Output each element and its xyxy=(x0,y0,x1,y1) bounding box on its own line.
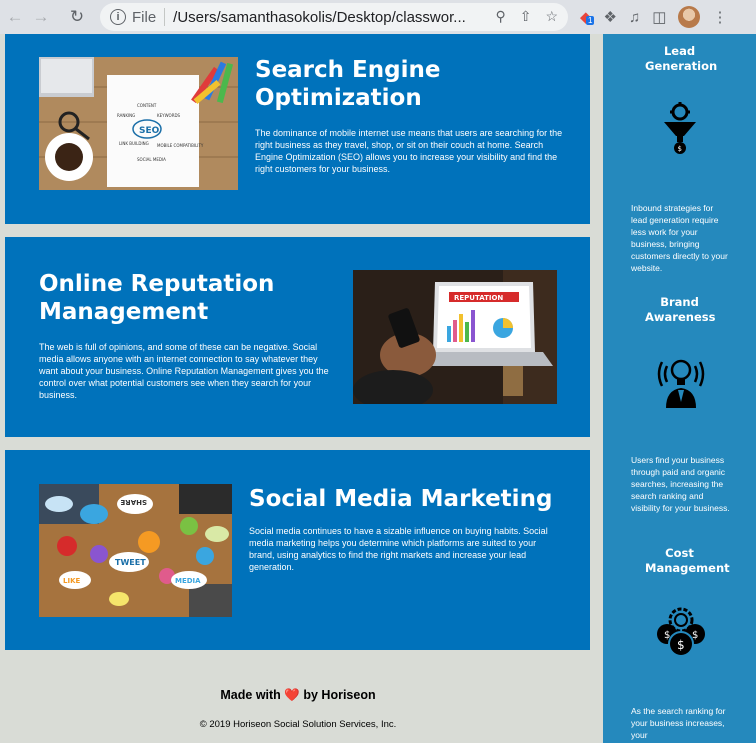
seo-section: SEO CONTENT KEYWORDS RANKING LINK BUILDI… xyxy=(5,34,590,224)
back-arrow-icon[interactable]: ← xyxy=(4,6,26,28)
reputation-title: Online Reputation Management xyxy=(39,271,275,325)
svg-text:$: $ xyxy=(692,630,698,641)
menu-icon[interactable]: ⋮ xyxy=(712,8,727,26)
seo-image-keywords: KEYWORDS xyxy=(157,113,181,118)
brand-awareness-icon xyxy=(656,352,706,413)
sidepanel-icon[interactable]: ◫ xyxy=(652,8,666,26)
social-image-share: SHARE xyxy=(120,498,147,506)
benefit-body: Users find your business through paid an… xyxy=(631,455,730,513)
url-scheme: File xyxy=(132,8,157,26)
extension-icon[interactable]: ◆ 1 xyxy=(580,8,595,26)
zoom-icon[interactable]: ⚲ xyxy=(495,8,505,25)
media-icon[interactable]: ♫ xyxy=(629,9,640,26)
seo-image-link-building: LINK BUILDING xyxy=(119,141,149,146)
extension-badge: 1 xyxy=(586,16,595,25)
seo-title: Search Engine Optimization xyxy=(255,57,441,111)
benefits-sidebar: Lead Generation $ Inbound strategies for… xyxy=(603,34,756,743)
social-image-like: LIKE xyxy=(63,577,80,585)
bookmark-star-icon[interactable]: ☆ xyxy=(545,8,558,25)
url-text[interactable]: /Users/samanthasokolis/Desktop/classwor.… xyxy=(173,9,473,26)
seo-image-label: SEO xyxy=(139,126,160,136)
benefit-body: Inbound strategies for lead generation r… xyxy=(631,203,728,273)
svg-text:$: $ xyxy=(664,630,670,641)
reload-icon[interactable]: ↻ xyxy=(66,6,88,28)
benefit-body: As the search ranking for your business … xyxy=(631,706,726,740)
heart-icon: ❤️ xyxy=(284,688,300,702)
benefit-title: Lead Generation xyxy=(645,44,718,73)
puzzle-icon[interactable]: ❖ xyxy=(604,8,617,26)
social-media-image: SHARE TWEET LIKE MEDIA xyxy=(39,484,232,617)
divider xyxy=(164,8,166,26)
footer-made-prefix: Made with xyxy=(220,688,281,702)
social-image-media: MEDIA xyxy=(175,577,201,585)
share-icon[interactable]: ⇧ xyxy=(520,8,532,25)
benefit-title: Cost Management xyxy=(645,546,730,575)
seo-image-social: SOCIAL MEDIA xyxy=(137,157,166,162)
seo-image-content: CONTENT xyxy=(137,103,157,108)
reputation-image: REPUTATION xyxy=(353,270,557,404)
social-media-body: Social media continues to have a sizable… xyxy=(249,526,548,572)
seo-body: The dominance of mobile internet use mea… xyxy=(255,128,563,174)
reputation-section: Online Reputation Management The web is … xyxy=(5,237,590,437)
footer-made-suffix: by Horiseon xyxy=(303,688,376,702)
cost-management-icon: $ $ $ xyxy=(655,606,707,663)
info-icon[interactable]: i xyxy=(110,9,126,25)
seo-image-mobile: MOBILE COMPATIBILITY xyxy=(157,143,204,148)
footer-copyright: © 2019 Horiseon Social Solution Services… xyxy=(199,719,397,730)
social-media-title: Social Media Marketing xyxy=(249,486,553,512)
avatar[interactable] xyxy=(678,6,701,28)
svg-text:$: $ xyxy=(678,145,682,153)
footer-made-with: Made with ❤️ by Horiseon xyxy=(0,688,596,703)
social-media-section: SHARE TWEET LIKE MEDIA Social Media Mark… xyxy=(5,450,590,650)
browser-toolbar: ← → ↻ i File /Users/samanthasokolis/Desk… xyxy=(0,0,756,34)
seo-image: SEO CONTENT KEYWORDS RANKING LINK BUILDI… xyxy=(39,57,238,190)
benefit-title: Brand Awareness xyxy=(645,295,716,324)
forward-arrow-icon[interactable]: → xyxy=(30,6,52,28)
svg-text:$: $ xyxy=(677,638,685,652)
lead-generation-icon: $ xyxy=(662,102,698,161)
reputation-image-label: REPUTATION xyxy=(454,294,503,302)
address-bar[interactable]: i File /Users/samanthasokolis/Desktop/cl… xyxy=(100,3,568,31)
seo-image-ranking: RANKING xyxy=(117,113,135,118)
reputation-body: The web is full of opinions, and some of… xyxy=(39,342,329,400)
social-image-tweet: TWEET xyxy=(115,558,146,567)
